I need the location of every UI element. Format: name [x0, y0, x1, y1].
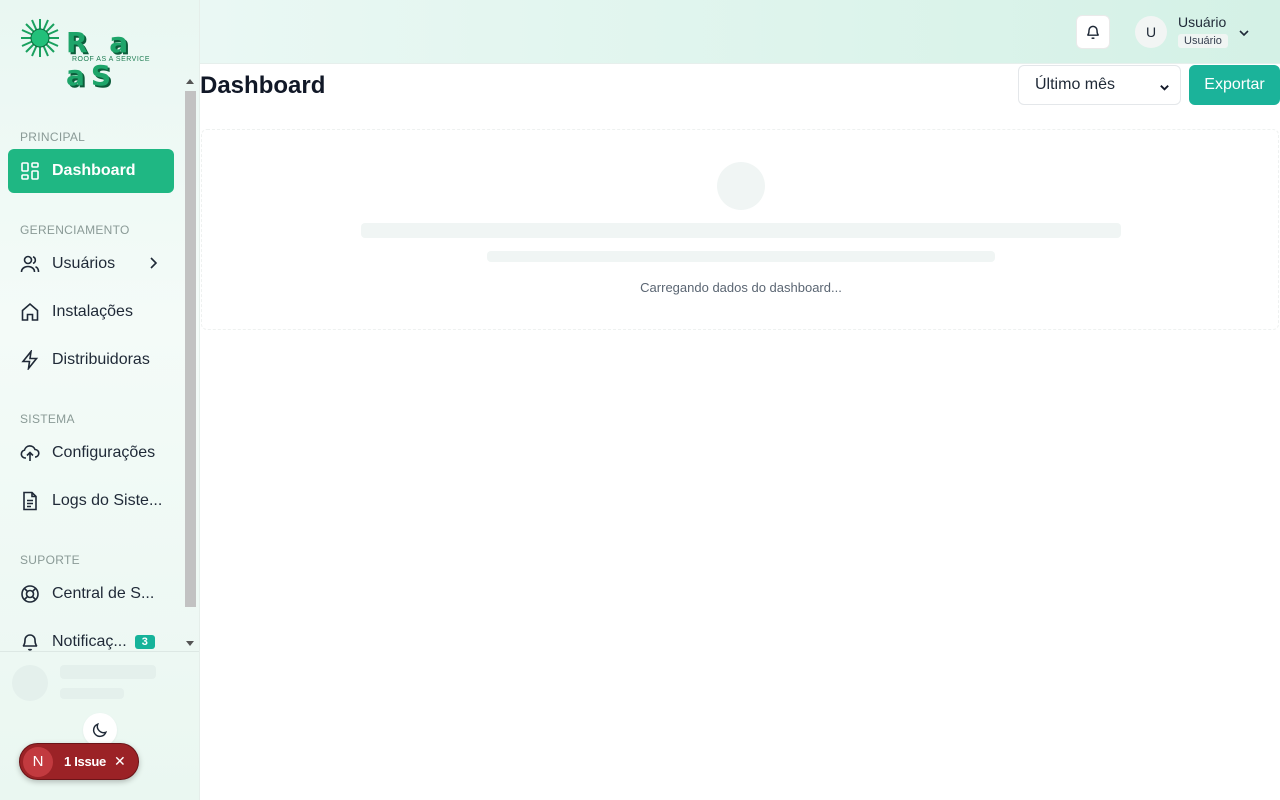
user-role-badge: Usuário — [1178, 34, 1228, 48]
period-select-value: Último mês — [1035, 76, 1116, 93]
lightning-icon — [20, 350, 40, 370]
close-icon[interactable]: ✕ — [114, 753, 126, 770]
bell-icon — [1087, 25, 1099, 40]
export-button[interactable]: Exportar — [1189, 65, 1280, 105]
loading-bar-skeleton — [487, 251, 995, 262]
page-title: Dashboard — [200, 72, 326, 99]
section-label-suporte: SUPORTE — [20, 553, 80, 567]
users-icon — [20, 254, 40, 274]
dashboard-grid-icon — [20, 161, 40, 181]
chevron-down-icon — [1159, 80, 1170, 98]
sidebar-nav: PRINCIPAL Dashboard GERENCIAMENTO Usuári… — [0, 75, 182, 651]
sidebar-item-distribuidoras[interactable]: Distribuidoras — [8, 338, 174, 382]
user-role-skeleton — [60, 688, 124, 699]
raas-logo[interactable]: R a aS ROOF AS A SERVICE — [18, 16, 168, 92]
sidebar-item-label: Logs do Siste... — [52, 492, 163, 509]
moon-icon — [92, 722, 108, 738]
user-name[interactable]: Usuário — [1178, 14, 1226, 30]
loading-circle-skeleton — [717, 162, 765, 210]
sidebar-item-label: Distribuidoras — [52, 351, 150, 368]
chevron-down-icon[interactable] — [1238, 26, 1250, 44]
sidebar-item-label: Central de S... — [52, 585, 155, 602]
chevron-right-icon — [146, 256, 160, 275]
loading-bar-skeleton — [361, 223, 1121, 238]
lifebuoy-icon — [20, 584, 40, 604]
theme-toggle-button[interactable] — [83, 713, 117, 747]
home-icon — [20, 302, 40, 322]
notification-count-badge: 3 — [134, 635, 155, 649]
cloud-upload-icon — [20, 443, 40, 463]
sidebar-item-dashboard[interactable]: Dashboard — [8, 149, 174, 193]
document-icon — [20, 491, 40, 511]
notifications-button[interactable] — [1076, 15, 1110, 49]
top-bar: U Usuário Usuário — [200, 0, 1280, 64]
sidebar-item-label: Dashboard — [52, 162, 136, 179]
sidebar-item-instalacoes[interactable]: Instalações — [8, 290, 174, 334]
issues-label: 1 Issue — [64, 754, 106, 769]
sidebar: R a aS ROOF AS A SERVICE PRINCIPAL Dashb… — [0, 0, 200, 800]
sidebar-item-label: Instalações — [52, 303, 133, 320]
section-label-principal: PRINCIPAL — [20, 130, 86, 144]
sidebar-item-configuracoes[interactable]: Configurações — [8, 431, 174, 475]
issues-indicator-button[interactable]: N 1 Issue ✕ — [19, 743, 139, 780]
user-avatar-skeleton — [12, 665, 48, 701]
user-avatar[interactable]: U — [1135, 16, 1167, 48]
sidebar-item-logs[interactable]: Logs do Siste... — [8, 479, 174, 523]
section-label-gerenciamento: GERENCIAMENTO — [20, 223, 130, 237]
sidebar-item-label: Usuários — [52, 255, 116, 272]
scroll-down-arrow-icon[interactable] — [186, 641, 194, 646]
sidebar-divider — [0, 651, 199, 652]
loading-text: Carregando dados do dashboard... — [640, 280, 842, 295]
scroll-up-arrow-icon[interactable] — [186, 79, 194, 84]
section-label-sistema: SISTEMA — [20, 412, 75, 426]
dashboard-loading-card: Carregando dados do dashboard... — [201, 129, 1279, 330]
scrollbar-thumb[interactable] — [185, 91, 196, 607]
issues-initial-badge: N — [23, 746, 53, 777]
sidebar-item-usuarios[interactable]: Usuários — [8, 242, 174, 286]
sun-logo-icon — [21, 19, 59, 57]
bell-icon — [20, 632, 40, 651]
user-name-skeleton — [60, 665, 156, 679]
sidebar-item-central-suporte[interactable]: Central de S... — [8, 572, 174, 616]
sidebar-item-label: Notificaç... — [52, 633, 127, 650]
period-select[interactable]: Último mês — [1018, 65, 1181, 105]
sidebar-scrollbar[interactable] — [183, 75, 198, 651]
sidebar-item-label: Configurações — [52, 444, 156, 461]
logo-subtitle: ROOF AS A SERVICE — [72, 56, 151, 63]
sidebar-item-notificacoes[interactable]: Notificaç... 3 — [8, 620, 174, 651]
